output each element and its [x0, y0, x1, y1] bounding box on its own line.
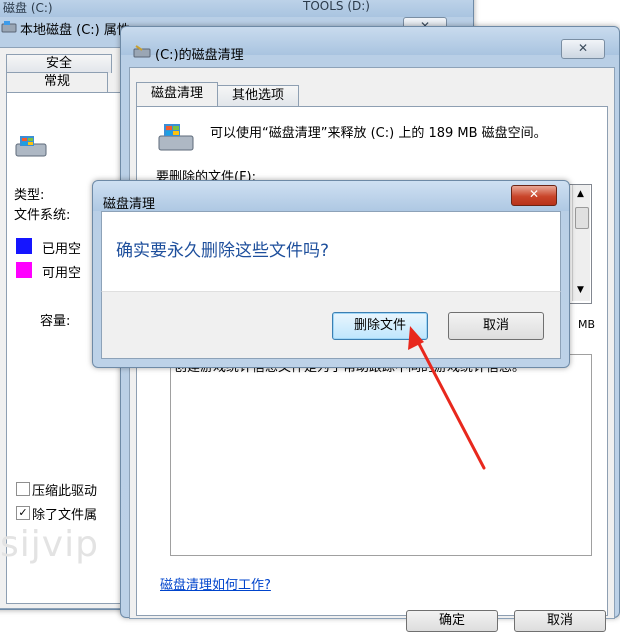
cleanup-cancel-button[interactable]: 取消: [514, 610, 606, 632]
ok-button[interactable]: 确定: [406, 610, 498, 632]
annotation-arrow: [408, 326, 486, 470]
